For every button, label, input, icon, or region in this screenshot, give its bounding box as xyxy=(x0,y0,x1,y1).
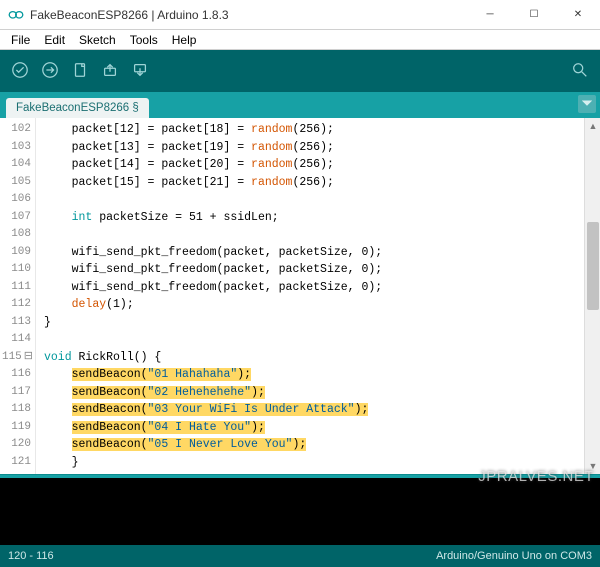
arrow-up-icon xyxy=(101,61,119,82)
code-line[interactable]: sendBeacon("04 I Hate You"); xyxy=(44,419,584,437)
check-icon xyxy=(11,61,29,82)
line-number: 115⊟ xyxy=(0,349,31,367)
toolbar xyxy=(0,50,600,92)
line-number: 108 xyxy=(0,226,31,244)
code-line[interactable]: } xyxy=(44,314,584,332)
line-number: 121 xyxy=(0,454,31,472)
line-number: 106 xyxy=(0,191,31,209)
arrow-down-icon xyxy=(131,61,149,82)
code-editor[interactable]: 1021031041051061071081091101111121131141… xyxy=(0,118,600,474)
code-line[interactable]: } xyxy=(44,454,584,472)
code-line[interactable]: packet[13] = packet[19] = random(256); xyxy=(44,139,584,157)
code-line[interactable]: sendBeacon("03 Your WiFi Is Under Attack… xyxy=(44,401,584,419)
line-number: 103 xyxy=(0,139,31,157)
status-board-port: Arduino/Genuino Uno on COM3 xyxy=(436,550,592,562)
code-line[interactable]: packet[12] = packet[18] = random(256); xyxy=(44,121,584,139)
code-line[interactable]: sendBeacon("01 Hahahaha"); xyxy=(44,366,584,384)
verify-button[interactable] xyxy=(6,57,34,85)
line-number: 119 xyxy=(0,419,31,437)
tab-strip: FakeBeaconESP8266 § xyxy=(0,92,600,118)
code-line[interactable]: wifi_send_pkt_freedom(packet, packetSize… xyxy=(44,244,584,262)
line-number: 107 xyxy=(0,209,31,227)
scroll-up-icon[interactable]: ▲ xyxy=(585,118,600,134)
new-file-icon xyxy=(71,61,89,82)
code-line[interactable] xyxy=(44,331,584,349)
chevron-down-icon xyxy=(582,97,592,111)
scrollbar-thumb[interactable] xyxy=(587,222,599,310)
minimize-button[interactable]: ─ xyxy=(468,0,512,30)
line-number: 113 xyxy=(0,314,31,332)
window-titlebar: FakeBeaconESP8266 | Arduino 1.8.3 ─ ☐ ✕ xyxy=(0,0,600,30)
upload-button[interactable] xyxy=(36,57,64,85)
line-number: 109 xyxy=(0,244,31,262)
vertical-scrollbar[interactable]: ▲ ▼ xyxy=(584,118,600,474)
save-sketch-button[interactable] xyxy=(126,57,154,85)
arrow-right-icon xyxy=(41,61,59,82)
line-number: 102 xyxy=(0,121,31,139)
menu-help[interactable]: Help xyxy=(165,31,204,49)
line-number: 117 xyxy=(0,384,31,402)
menu-tools[interactable]: Tools xyxy=(123,31,165,49)
maximize-button[interactable]: ☐ xyxy=(512,0,556,30)
line-number: 105 xyxy=(0,174,31,192)
line-number: 112 xyxy=(0,296,31,314)
menu-bar: File Edit Sketch Tools Help xyxy=(0,30,600,50)
line-number-gutter: 1021031041051061071081091101111121131141… xyxy=(0,118,36,474)
line-number: 120 xyxy=(0,436,31,454)
status-selection: 120 - 116 xyxy=(8,550,54,562)
output-console[interactable] xyxy=(0,478,600,545)
code-line[interactable]: wifi_send_pkt_freedom(packet, packetSize… xyxy=(44,261,584,279)
window-controls: ─ ☐ ✕ xyxy=(468,0,600,30)
menu-file[interactable]: File xyxy=(4,31,37,49)
line-number: 110 xyxy=(0,261,31,279)
code-line[interactable] xyxy=(44,226,584,244)
line-number: 111 xyxy=(0,279,31,297)
new-sketch-button[interactable] xyxy=(66,57,94,85)
tab-menu-button[interactable] xyxy=(578,95,596,113)
code-line[interactable]: int packetSize = 51 + ssidLen; xyxy=(44,209,584,227)
line-number: 116 xyxy=(0,366,31,384)
serial-monitor-button[interactable] xyxy=(566,57,594,85)
menu-sketch[interactable]: Sketch xyxy=(72,31,123,49)
open-sketch-button[interactable] xyxy=(96,57,124,85)
menu-edit[interactable]: Edit xyxy=(37,31,72,49)
serial-monitor-icon xyxy=(571,61,589,82)
line-number: 118 xyxy=(0,401,31,419)
code-line[interactable]: packet[15] = packet[21] = random(256); xyxy=(44,174,584,192)
tab-sketch[interactable]: FakeBeaconESP8266 § xyxy=(6,98,149,118)
status-bar: 120 - 116 Arduino/Genuino Uno on COM3 xyxy=(0,545,600,567)
close-button[interactable]: ✕ xyxy=(556,0,600,30)
code-line[interactable] xyxy=(44,191,584,209)
line-number: 114 xyxy=(0,331,31,349)
line-number: 104 xyxy=(0,156,31,174)
code-line[interactable]: packet[14] = packet[20] = random(256); xyxy=(44,156,584,174)
code-area[interactable]: packet[12] = packet[18] = random(256); p… xyxy=(36,118,584,474)
code-line[interactable]: wifi_send_pkt_freedom(packet, packetSize… xyxy=(44,279,584,297)
scroll-down-icon[interactable]: ▼ xyxy=(585,458,600,474)
code-line[interactable]: delay(1); xyxy=(44,296,584,314)
arduino-app-icon xyxy=(8,7,24,23)
code-line[interactable]: sendBeacon("05 I Never Love You"); xyxy=(44,436,584,454)
code-line[interactable]: void RickRoll() { xyxy=(44,349,584,367)
code-line[interactable]: sendBeacon("02 Hehehehehe"); xyxy=(44,384,584,402)
window-title: FakeBeaconESP8266 | Arduino 1.8.3 xyxy=(30,8,468,22)
